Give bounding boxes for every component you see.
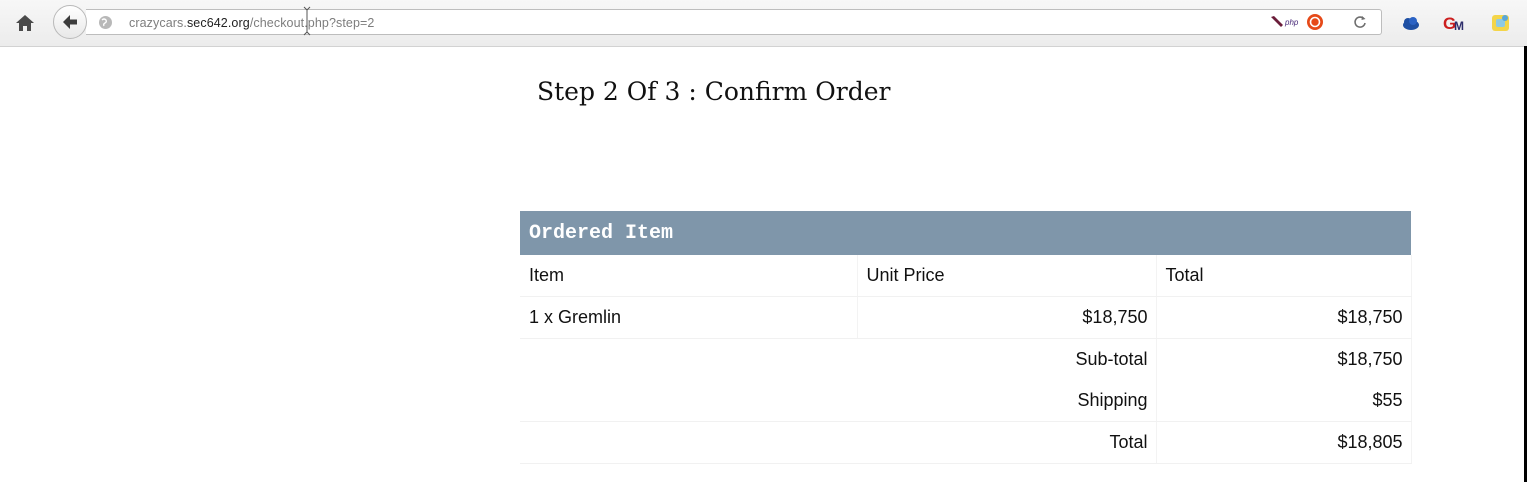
total-value: $18,805 [1156,421,1412,464]
url-domain: sec642.org [186,16,250,30]
site-globe-icon [98,15,113,30]
back-button[interactable] [53,5,87,39]
browser-toolbar: crazycars.sec642.org/checkout.php?step=2… [0,0,1527,47]
url-prefix: crazycars. [129,16,187,30]
item-unit-price: $18,750 [857,296,1157,339]
table-row: 1 x Gremlin $18,750 $18,750 [520,296,1412,339]
subtotal-value: $18,750 [1156,338,1412,380]
total-label: Total [520,421,1157,464]
url-text[interactable]: crazycars.sec642.org/checkout.php?step=2 [129,16,374,30]
text-cursor-icon [303,6,311,41]
cloud-addon-icon[interactable] [1400,12,1422,34]
svg-text:M: M [1454,19,1464,33]
page-title: Step 2 Of 3 : Confirm Order [537,77,891,106]
item-description: 1 x Gremlin [520,296,858,339]
address-bar[interactable]: crazycars.sec642.org/checkout.php?step=2… [86,9,1382,35]
column-header-item: Item [520,255,858,297]
home-icon[interactable] [14,12,36,34]
php-addon-icon[interactable]: php [1284,18,1299,27]
total-row: Total $18,805 [520,421,1412,464]
item-total: $18,750 [1156,296,1412,339]
greasemonkey-icon[interactable]: G M [1443,12,1465,34]
addon-icons: php [1269,13,1331,31]
subtotal-label: Sub-total [520,338,1157,380]
back-arrow-icon [63,15,77,29]
extension-icon[interactable] [1490,12,1512,34]
column-header-total: Total [1156,255,1412,297]
reload-icon[interactable] [1352,14,1368,30]
column-header-unit-price: Unit Price [857,255,1157,297]
order-summary-table: Ordered Item Item Unit Price Total 1 x G… [520,211,1412,464]
shipping-label: Shipping [520,380,1157,422]
ordered-item-heading: Ordered Item [520,211,1412,255]
shipping-row: Shipping $55 [520,380,1412,422]
table-header-row: Ordered Item [520,211,1412,255]
subtotal-row: Sub-total $18,750 [520,338,1412,380]
url-path: /checkout.php?step=2 [249,16,375,30]
shipping-value: $55 [1156,380,1412,422]
column-header-row: Item Unit Price Total [520,255,1412,297]
